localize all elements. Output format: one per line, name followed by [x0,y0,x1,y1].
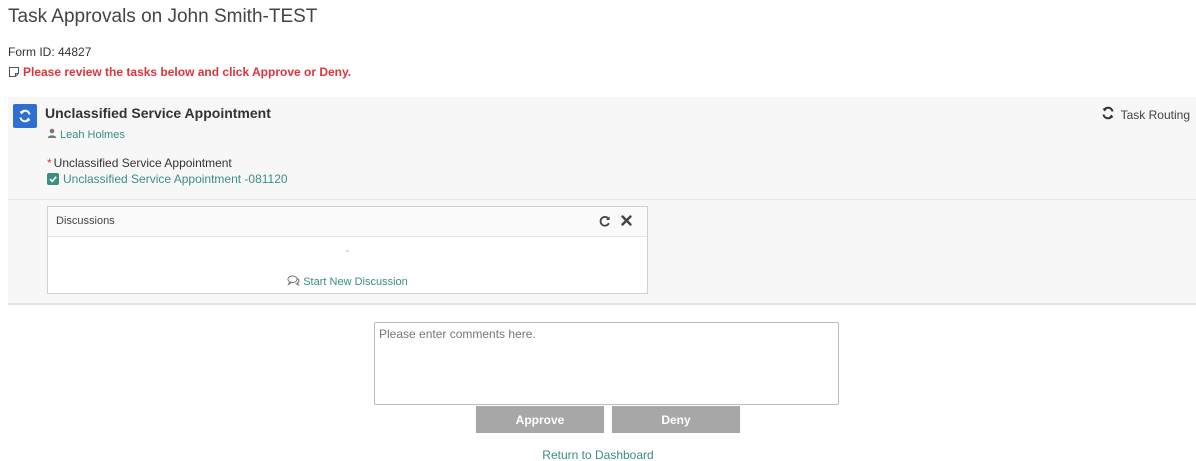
start-new-discussion-label: Start New Discussion [303,276,408,288]
comments-textarea[interactable] [374,322,839,405]
start-new-discussion-link[interactable]: Start New Discussion [48,275,647,289]
discussions-close-icon[interactable] [620,214,633,232]
return-to-dashboard-link[interactable]: Return to Dashboard [0,448,1196,461]
required-marker: * [47,156,52,170]
refresh-icon [13,104,37,128]
instruction-text: Please review the tasks below and click … [23,65,352,79]
task-approvals-page: Task Approvals on John Smith-TEST Form I… [0,0,1196,461]
form-id: Form ID: 44827 [8,45,92,59]
task-routing-label: Task Routing [1120,107,1190,122]
panel-divider [8,199,1196,200]
note-icon [8,66,20,78]
refresh-icon [1101,106,1115,123]
user-icon [47,128,57,141]
field-value-link[interactable]: Unclassified Service Appointment -081120 [63,172,288,186]
checkbox-checked-icon [47,173,59,185]
discussions-empty: - [345,245,350,257]
discussions-refresh-icon[interactable] [598,215,611,233]
comments-icon [287,275,300,289]
task-routing-button[interactable]: Task Routing [1101,106,1190,123]
field-value[interactable]: Unclassified Service Appointment -081120 [47,172,288,186]
deny-button[interactable]: Deny [612,406,740,433]
discussions-panel: Discussions - Start New Discussion [47,206,648,294]
discussions-header: Discussions [48,207,647,237]
field-label-text: Unclassified Service Appointment [53,156,232,170]
task-title: Unclassified Service Appointment [45,105,271,121]
assignee[interactable]: Leah Holmes [47,128,125,141]
task-panel: Unclassified Service Appointment Task Ro… [8,97,1196,305]
instruction-message: Please review the tasks below and click … [8,65,351,79]
page-title: Task Approvals on John Smith-TEST [8,6,318,27]
assignee-name: Leah Holmes [60,128,125,141]
field-label: * Unclassified Service Appointment [47,156,232,170]
discussions-title: Discussions [56,215,115,227]
approve-button[interactable]: Approve [476,406,604,433]
